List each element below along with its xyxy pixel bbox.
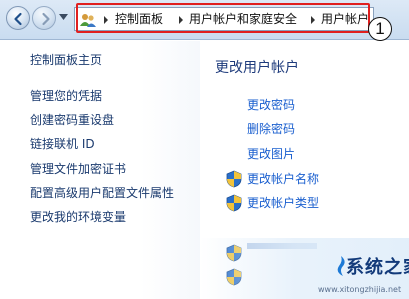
sidebar: 控制面板主页 管理您的凭据 创建密码重设盘 链接联机 ID 管理文件加密证书 配… — [0, 41, 200, 299]
change-picture-link[interactable]: 更改图片 — [247, 146, 295, 162]
chevron-down-icon[interactable] — [59, 14, 68, 20]
sidebar-item-link-online-id[interactable]: 链接联机 ID — [30, 136, 95, 152]
forward-button[interactable] — [32, 6, 56, 30]
sidebar-item-control-panel-home[interactable]: 控制面板主页 — [30, 52, 102, 68]
arrow-right-icon — [42, 12, 50, 26]
back-button[interactable] — [6, 6, 30, 30]
sidebar-item-manage-encryption-certificates[interactable]: 管理文件加密证书 — [30, 161, 126, 177]
shield-icon — [226, 194, 242, 212]
watermark-url: www.xitongzhijia.net — [318, 285, 402, 294]
step-callout-badge: 1 — [368, 17, 392, 41]
shield-icon — [226, 170, 242, 188]
sidebar-item-manage-credentials[interactable]: 管理您的凭据 — [30, 88, 102, 104]
arrow-left-icon — [14, 12, 22, 26]
change-account-type-link[interactable]: 更改帐户类型 — [247, 195, 319, 211]
address-highlight-box — [76, 3, 370, 33]
change-account-name-link[interactable]: 更改帐户名称 — [247, 171, 319, 187]
watermark-text: 系统之家 — [346, 257, 409, 278]
remove-password-link[interactable]: 删除密码 — [247, 121, 295, 137]
change-password-link[interactable]: 更改密码 — [247, 97, 295, 113]
sidebar-item-create-password-reset-disk[interactable]: 创建密码重设盘 — [30, 112, 114, 128]
page-title: 更改用户帐户 — [215, 60, 299, 76]
navigation-bar: 控制面板 用户帐户和家庭安全 用户帐户 — [0, 0, 409, 40]
sidebar-item-advanced-profile-properties[interactable]: 配置高级用户配置文件属性 — [30, 185, 174, 201]
sidebar-item-environment-variables[interactable]: 更改我的环境变量 — [30, 209, 126, 225]
